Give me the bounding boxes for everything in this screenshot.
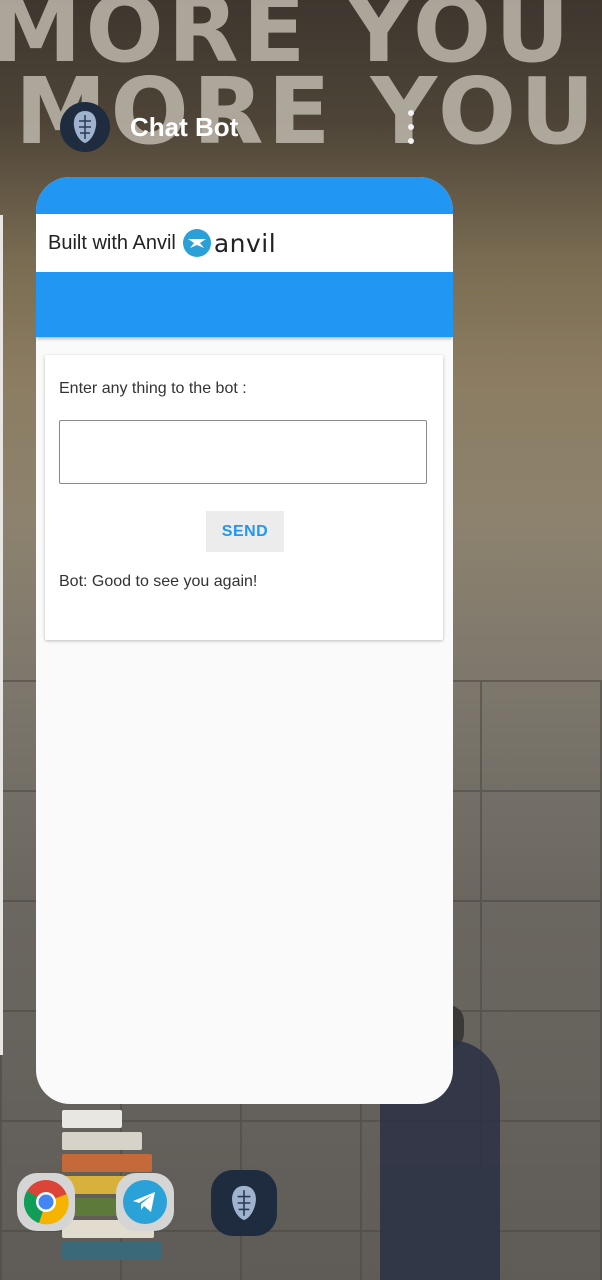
telegram-icon[interactable] [116, 1173, 174, 1231]
send-button[interactable]: SEND [206, 511, 284, 552]
chat-bot-dock-icon[interactable] [211, 1170, 277, 1236]
built-with-anvil-banner[interactable]: Built with Anvil anvil [36, 214, 453, 272]
anvil-logo-icon [182, 229, 211, 257]
chat-panel: Enter any thing to the bot : SEND Bot: G… [45, 355, 443, 640]
card-top-bar [36, 177, 453, 214]
chat-bot-app-card[interactable]: Built with Anvil anvil Enter any thing t… [36, 177, 453, 1104]
prompt-label: Enter any thing to the bot : [59, 380, 247, 397]
more-options-icon[interactable] [403, 110, 419, 144]
recent-app-header[interactable]: Chat Bot [60, 101, 238, 153]
app-navbar [36, 272, 453, 337]
app-dock [0, 1170, 602, 1236]
anvil-logo: anvil [182, 228, 276, 258]
anvil-logo-word: anvil [213, 228, 277, 258]
bot-reply-text: Bot: Good to see you again! [59, 573, 258, 590]
built-with-anvil-text: Built with Anvil [48, 231, 176, 254]
app-title: Chat Bot [130, 111, 239, 142]
previous-card-edge [0, 215, 3, 1055]
message-input[interactable] [59, 420, 427, 484]
chat-bot-app-icon[interactable] [60, 102, 110, 152]
chrome-icon[interactable] [17, 1173, 75, 1231]
